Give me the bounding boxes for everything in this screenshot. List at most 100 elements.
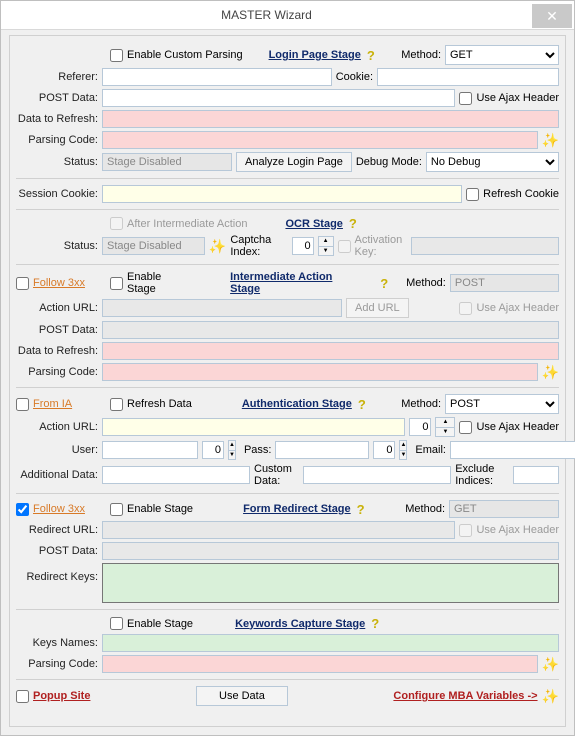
enable-custom-parsing[interactable]: Enable Custom Parsing	[110, 49, 243, 62]
login-dtr-input[interactable]	[102, 110, 559, 128]
redir-ajax-checkbox: Use Ajax Header	[459, 524, 559, 537]
redir-stage-link[interactable]: Form Redirect Stage	[243, 503, 351, 515]
ia-postdata-input	[102, 321, 559, 339]
keys-names-input[interactable]	[102, 634, 559, 652]
configure-mba-link[interactable]: Configure MBA Variables ->	[393, 690, 537, 702]
kw-stage-link[interactable]: Keywords Capture Stage	[235, 618, 365, 630]
login-stage-link[interactable]: Login Page Stage	[269, 49, 361, 61]
email-input[interactable]	[450, 441, 575, 459]
redir-url-label: Redirect URL:	[16, 524, 98, 536]
ia-pcode-label: Parsing Code:	[16, 366, 98, 378]
ia-dtr-label: Data to Refresh:	[16, 345, 98, 357]
redir-postdata-input	[102, 542, 559, 560]
exclude-input[interactable]	[513, 466, 559, 484]
ia-postdata-label: POST Data:	[16, 324, 98, 336]
help-icon[interactable]: ?	[357, 502, 365, 517]
spinner[interactable]: ▲▼	[435, 417, 455, 437]
redir-postdata-label: POST Data:	[16, 545, 98, 557]
auth-method-select[interactable]: POST	[445, 394, 559, 414]
user-input[interactable]	[102, 441, 198, 459]
auth-action-url-label: Action URL:	[16, 421, 98, 433]
method-label: Method:	[406, 277, 446, 289]
method-label: Method:	[401, 398, 441, 410]
redir-keys-input[interactable]	[102, 563, 559, 603]
wand-icon[interactable]: ✨	[542, 132, 559, 149]
user-index[interactable]	[202, 441, 224, 459]
window-title: MASTER Wizard	[1, 8, 532, 22]
ia-enable-checkbox[interactable]: Enable Stage	[110, 271, 192, 295]
session-cookie-input[interactable]	[102, 185, 462, 203]
use-data-button[interactable]: Use Data	[196, 686, 288, 706]
debug-label: Debug Mode:	[356, 156, 422, 168]
help-icon[interactable]: ?	[367, 48, 375, 63]
auth-stage-link[interactable]: Authentication Stage	[242, 398, 352, 410]
captcha-index-input[interactable]	[292, 237, 314, 255]
login-ajax-checkbox[interactable]: Use Ajax Header	[459, 92, 559, 105]
ia-stage-link[interactable]: Intermediate Action Stage	[230, 271, 364, 295]
captcha-index-label: Captcha Index:	[230, 234, 287, 258]
ocr-stage-link[interactable]: OCR Stage	[285, 218, 342, 230]
login-status: Stage Disabled	[102, 153, 232, 171]
cookie-input[interactable]	[377, 68, 559, 86]
custom-data-input[interactable]	[303, 466, 451, 484]
activation-key-input	[411, 237, 559, 255]
analyze-login-button[interactable]: Analyze Login Page	[236, 152, 352, 172]
keys-names-label: Keys Names:	[16, 637, 98, 649]
help-icon[interactable]: ?	[371, 616, 379, 631]
redir-enable-checkbox[interactable]: Enable Stage	[110, 503, 193, 516]
cookie-label: Cookie:	[336, 71, 373, 83]
pcode-label: Parsing Code:	[16, 134, 98, 146]
refresh-data-checkbox[interactable]: Refresh Data	[110, 398, 192, 411]
help-icon[interactable]: ?	[380, 276, 388, 291]
help-icon[interactable]: ?	[358, 397, 366, 412]
status-label: Status:	[16, 156, 98, 168]
method-label: Method:	[405, 503, 445, 515]
session-cookie-label: Session Cookie:	[16, 188, 98, 200]
activation-key-checkbox: Activation Key:	[338, 234, 407, 258]
auth-ajax-checkbox[interactable]: Use Ajax Header	[459, 421, 559, 434]
additional-data-input[interactable]	[102, 466, 250, 484]
ia-pcode-input[interactable]	[102, 363, 538, 381]
redir-url-input	[102, 521, 455, 539]
email-label: Email:	[415, 444, 446, 456]
spinner[interactable]: ▲▼	[399, 440, 407, 460]
ia-method: POST	[450, 274, 559, 292]
from-ia[interactable]: From IA	[16, 398, 72, 411]
content-area: Enable Custom Parsing Login Page Stage ?…	[9, 35, 566, 727]
redir-keys-label: Redirect Keys:	[16, 563, 98, 603]
login-method-select[interactable]: GET	[445, 45, 559, 65]
auth-action-url-input[interactable]	[102, 418, 405, 436]
login-pcode-input[interactable]	[102, 131, 538, 149]
spinner[interactable]: ▲▼	[228, 440, 236, 460]
ia-dtr-input[interactable]	[102, 342, 559, 360]
user-label: User:	[16, 444, 98, 456]
kw-pcode-label: Parsing Code:	[16, 658, 98, 670]
pass-index[interactable]	[373, 441, 395, 459]
wand-icon[interactable]: ✨	[542, 656, 559, 673]
add-url-button: Add URL	[346, 298, 409, 318]
referer-input[interactable]	[102, 68, 332, 86]
custom-data-label: Custom Data:	[254, 463, 299, 487]
help-icon[interactable]: ?	[349, 216, 357, 231]
close-icon[interactable]: ✕	[532, 4, 572, 28]
redir-method: GET	[449, 500, 559, 518]
debug-mode-select[interactable]: No Debug	[426, 152, 559, 172]
wand-icon[interactable]: ✨	[542, 364, 559, 381]
redir-follow3xx[interactable]: Follow 3xx	[16, 503, 85, 516]
wand-icon[interactable]: ✨	[209, 238, 226, 255]
auth-url-index[interactable]	[409, 418, 431, 436]
ia-follow3xx[interactable]: Follow 3xx	[16, 277, 85, 290]
wand-icon[interactable]: ✨	[542, 688, 559, 705]
ia-action-url	[102, 299, 342, 317]
kw-pcode-input[interactable]	[102, 655, 538, 673]
popup-site[interactable]: Popup Site	[16, 690, 90, 703]
kw-enable-checkbox[interactable]: Enable Stage	[110, 617, 193, 630]
after-ia-checkbox: After Intermediate Action	[110, 217, 247, 230]
method-label: Method:	[401, 49, 441, 61]
login-postdata-input[interactable]	[102, 89, 455, 107]
wizard-window: MASTER Wizard ✕ Enable Custom Parsing Lo…	[0, 0, 575, 736]
dtr-label: Data to Refresh:	[16, 113, 98, 125]
pass-input[interactable]	[275, 441, 369, 459]
refresh-cookie-checkbox[interactable]: Refresh Cookie	[466, 188, 559, 201]
spinner[interactable]: ▲▼	[318, 236, 334, 256]
